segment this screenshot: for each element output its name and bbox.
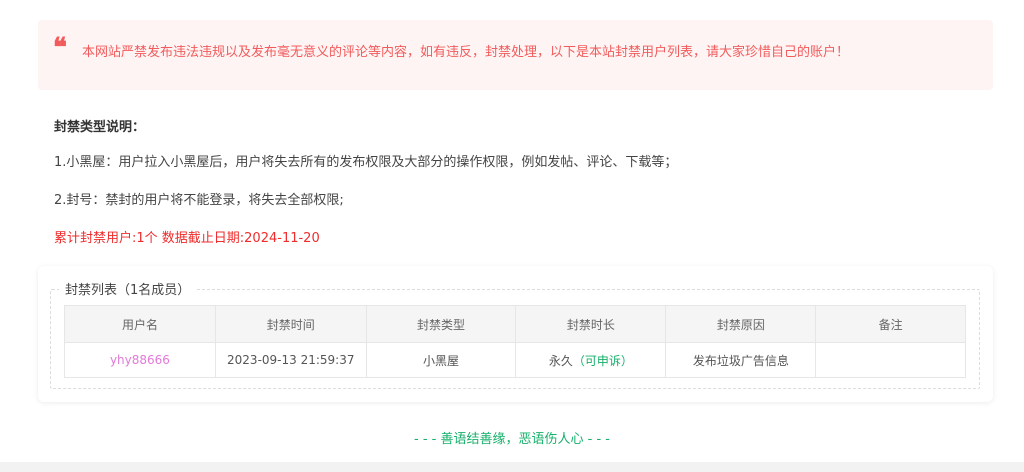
ban-type-line-account: 2.封号：禁封的用户将不能登录，将失去全部权限; (54, 193, 344, 208)
ban-list-legend: 封禁列表（1名成员） (59, 279, 197, 298)
ban-type-line-blackroom: 1.小黑屋：用户拉入小黑屋后，用户将失去所有的发布权限及大部分的操作权限，例如发… (54, 155, 678, 170)
ban-notice: ❝ 本网站严禁发布违法违规以及发布毫无意义的评论等内容，如有违反，封禁处理，以下… (38, 20, 993, 90)
column-header-reason: 封禁原因 (665, 305, 817, 343)
notice-text: 本网站严禁发布违法违规以及发布毫无意义的评论等内容，如有违反，封禁处理，以下是本… (82, 45, 850, 60)
duration-value: 永久 (548, 353, 573, 368)
table-row: yhy88666 2023-09-13 21:59:37 小黑屋 永久（可申诉）… (64, 342, 966, 378)
ban-table: 用户名 封禁时间 封禁类型 封禁时长 封禁原因 备注 yhy88666 2023… (64, 305, 966, 378)
column-header-duration: 封禁时长 (515, 305, 667, 343)
username-link[interactable]: yhy88666 (110, 353, 170, 367)
ban-stats: 累计封禁用户:1个 数据截止日期:2024-11-20 (54, 231, 320, 246)
column-header-note: 备注 (815, 305, 966, 343)
column-header-username: 用户名 (64, 305, 216, 343)
table-header-row: 用户名 封禁时间 封禁类型 封禁时长 封禁原因 备注 (64, 305, 966, 343)
cell-username: yhy88666 (64, 342, 216, 378)
cell-time: 2023-09-13 21:59:37 (214, 342, 367, 378)
ban-type-title: 封禁类型说明： (54, 120, 146, 135)
ban-list-card: 封禁列表（1名成员） 用户名 封禁时间 封禁类型 封禁时长 封禁原因 备注 yh… (38, 266, 993, 402)
ban-list-fieldset: 封禁列表（1名成员） 用户名 封禁时间 封禁类型 封禁时长 封禁原因 备注 yh… (50, 279, 980, 389)
footer-motto: - - - 善语结善缘，恶语伤人心 - - - (414, 432, 610, 447)
appeal-link[interactable]: （可申诉） (573, 354, 633, 368)
cell-type: 小黑屋 (365, 342, 517, 378)
quote-icon: ❝ (53, 33, 67, 63)
bottom-bar (0, 462, 1024, 472)
cell-duration: 永久（可申诉） (515, 342, 667, 378)
column-header-type: 封禁类型 (365, 305, 517, 343)
cell-note (815, 342, 966, 378)
cell-reason: 发布垃圾广告信息 (665, 342, 817, 378)
column-header-time: 封禁时间 (214, 305, 367, 343)
